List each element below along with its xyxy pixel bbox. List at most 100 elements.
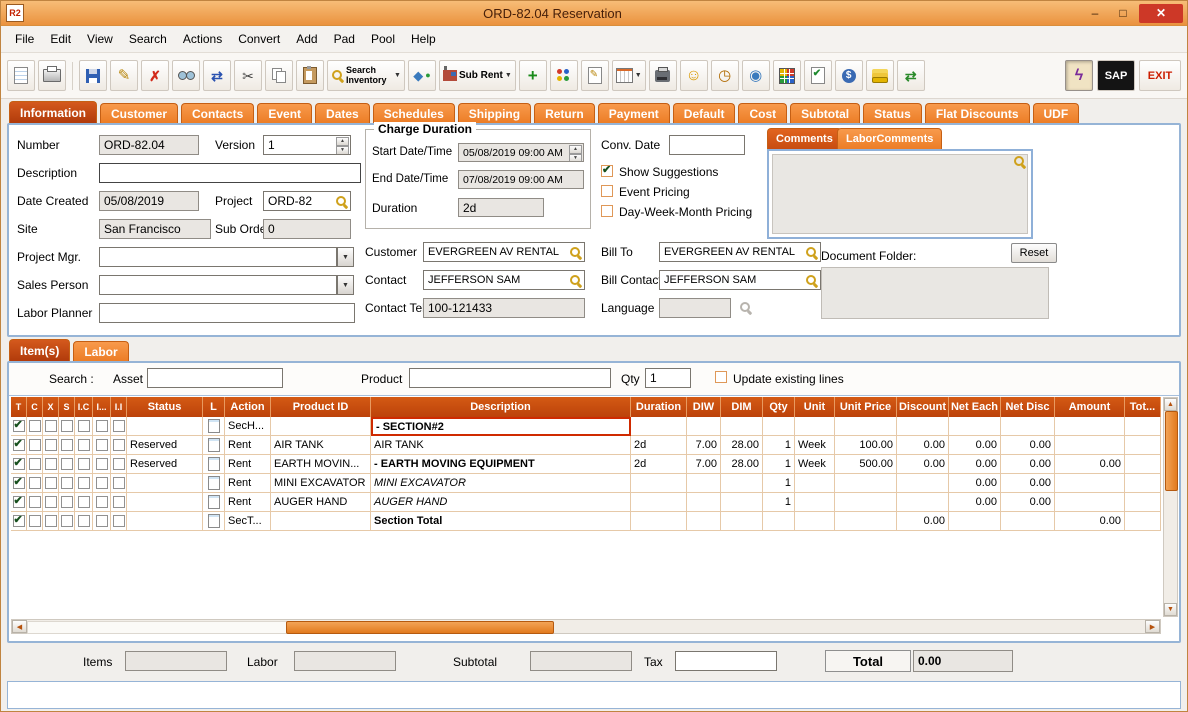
col-product-id[interactable]: Product ID bbox=[271, 397, 371, 417]
col-ii[interactable]: I.I bbox=[111, 397, 127, 417]
cell-unit[interactable]: Week bbox=[795, 436, 835, 455]
cell-discount[interactable]: 0.00 bbox=[897, 436, 949, 455]
save-button[interactable] bbox=[79, 60, 107, 91]
tab-shipping[interactable]: Shipping bbox=[458, 103, 531, 123]
product-search-input[interactable] bbox=[409, 368, 611, 388]
line-note-icon[interactable] bbox=[208, 514, 220, 528]
menu-pool[interactable]: Pool bbox=[363, 29, 403, 49]
cell-unit-price[interactable] bbox=[835, 493, 897, 512]
cell-duration[interactable]: 2d bbox=[631, 455, 687, 474]
row-checkbox[interactable] bbox=[113, 458, 125, 470]
cell-dim[interactable] bbox=[721, 417, 763, 436]
cell-action[interactable]: Rent bbox=[225, 455, 271, 474]
row-checkbox[interactable] bbox=[96, 458, 108, 470]
qty-input[interactable]: 1 bbox=[645, 368, 691, 388]
cut-button[interactable]: ✂ bbox=[234, 60, 262, 91]
project-search-icon[interactable] bbox=[335, 195, 348, 208]
cell-description[interactable]: AIR TANK bbox=[371, 436, 631, 455]
cell-discount[interactable]: 0.00 bbox=[897, 512, 949, 531]
tab-udf[interactable]: UDF bbox=[1033, 103, 1080, 123]
cell-status[interactable]: Reserved bbox=[127, 455, 203, 474]
col-diw[interactable]: DIW bbox=[687, 397, 721, 417]
flash-tool-button[interactable]: ϟ bbox=[1065, 60, 1093, 91]
scroll-left-arrow[interactable]: ◀ bbox=[12, 620, 27, 633]
row-checkbox[interactable] bbox=[45, 420, 57, 432]
tab-contacts[interactable]: Contacts bbox=[181, 103, 254, 123]
row-checkbox[interactable] bbox=[96, 420, 108, 432]
tab-customer[interactable]: Customer bbox=[100, 103, 178, 123]
sales-person-field[interactable] bbox=[99, 275, 337, 295]
cell-net-each[interactable]: 0.00 bbox=[949, 455, 1001, 474]
cell-unit[interactable]: Week bbox=[795, 455, 835, 474]
line-note-icon[interactable] bbox=[208, 495, 220, 509]
col-i2[interactable]: I... bbox=[93, 397, 111, 417]
cell-qty[interactable]: 1 bbox=[763, 493, 795, 512]
cell-amount[interactable] bbox=[1055, 436, 1125, 455]
col-tot[interactable]: Tot... bbox=[1125, 397, 1161, 417]
exit-button[interactable]: EXIT bbox=[1139, 60, 1181, 91]
comments-text-area[interactable] bbox=[772, 154, 1028, 234]
labor-planner-field[interactable] bbox=[99, 303, 355, 323]
cell-description[interactable]: Section Total bbox=[371, 512, 631, 531]
cell-description[interactable]: - EARTH MOVING EQUIPMENT bbox=[371, 455, 631, 474]
currency-button[interactable]: $ bbox=[835, 60, 863, 91]
col-c[interactable]: C bbox=[27, 397, 43, 417]
row-checkbox[interactable] bbox=[96, 477, 108, 489]
tab-labor-comments[interactable]: LaborComments bbox=[837, 128, 942, 149]
menu-edit[interactable]: Edit bbox=[42, 29, 79, 49]
cell-discount[interactable]: 0.00 bbox=[897, 455, 949, 474]
row-checkbox[interactable] bbox=[29, 496, 41, 508]
cell-diw[interactable] bbox=[687, 493, 721, 512]
row-checkbox[interactable] bbox=[113, 496, 125, 508]
row-checkbox[interactable] bbox=[61, 496, 73, 508]
menu-actions[interactable]: Actions bbox=[175, 29, 230, 49]
tab-event[interactable]: Event bbox=[257, 103, 312, 123]
find-button[interactable] bbox=[172, 60, 200, 91]
sap-button[interactable]: SAP bbox=[1097, 60, 1135, 91]
col-s[interactable]: S bbox=[59, 397, 75, 417]
cell-duration[interactable]: 2d bbox=[631, 436, 687, 455]
row-checkbox[interactable] bbox=[96, 439, 108, 451]
scroll-down-arrow[interactable]: ▼ bbox=[1164, 603, 1177, 616]
history-button[interactable]: ◷ bbox=[711, 60, 739, 91]
cell-dim[interactable] bbox=[721, 512, 763, 531]
row-checkbox[interactable] bbox=[45, 477, 57, 489]
row-checkbox[interactable] bbox=[45, 458, 57, 470]
cell-unit-price[interactable] bbox=[835, 417, 897, 436]
row-checkbox[interactable] bbox=[13, 420, 25, 432]
paste-button[interactable] bbox=[296, 60, 324, 91]
cell-status[interactable] bbox=[127, 512, 203, 531]
row-checkbox[interactable] bbox=[61, 515, 73, 527]
row-checkbox[interactable] bbox=[45, 515, 57, 527]
cell-net-disc[interactable] bbox=[1001, 417, 1055, 436]
add-line-button[interactable]: + bbox=[519, 60, 547, 91]
row-checkbox[interactable] bbox=[96, 496, 108, 508]
start-datetime-spinner[interactable]: ▲▼ bbox=[569, 145, 582, 160]
tab-subtotal[interactable]: Subtotal bbox=[790, 103, 860, 123]
contact-field[interactable]: JEFFERSON SAM bbox=[423, 270, 585, 290]
row-checkbox[interactable] bbox=[61, 420, 73, 432]
cell-product-id[interactable]: AIR TANK bbox=[271, 436, 371, 455]
customer-field[interactable]: EVERGREEN AV RENTAL bbox=[423, 242, 585, 262]
col-x[interactable]: X bbox=[43, 397, 59, 417]
cell-amount[interactable]: 0.00 bbox=[1055, 455, 1125, 474]
cell-tot[interactable] bbox=[1125, 512, 1161, 531]
cell-dim[interactable] bbox=[721, 493, 763, 512]
print-button[interactable] bbox=[38, 60, 66, 91]
cell-tot[interactable] bbox=[1125, 436, 1161, 455]
menu-pad[interactable]: Pad bbox=[326, 29, 363, 49]
date-created-field[interactable]: 05/08/2019 bbox=[99, 191, 199, 211]
sub-orders-field[interactable]: 0 bbox=[263, 219, 351, 239]
cell-diw[interactable] bbox=[687, 417, 721, 436]
row-checkbox[interactable] bbox=[61, 477, 73, 489]
cell-duration[interactable] bbox=[631, 512, 687, 531]
line-note-icon[interactable] bbox=[208, 476, 220, 490]
cell-diw[interactable] bbox=[687, 474, 721, 493]
conv-date-field[interactable] bbox=[669, 135, 745, 155]
cell-duration[interactable] bbox=[631, 493, 687, 512]
vertical-scroll-thumb[interactable] bbox=[1165, 411, 1178, 491]
sales-person-dropdown[interactable]: ▼ bbox=[337, 275, 354, 295]
cell-duration[interactable] bbox=[631, 474, 687, 493]
notes-button[interactable] bbox=[581, 60, 609, 91]
row-checkbox[interactable] bbox=[29, 477, 41, 489]
